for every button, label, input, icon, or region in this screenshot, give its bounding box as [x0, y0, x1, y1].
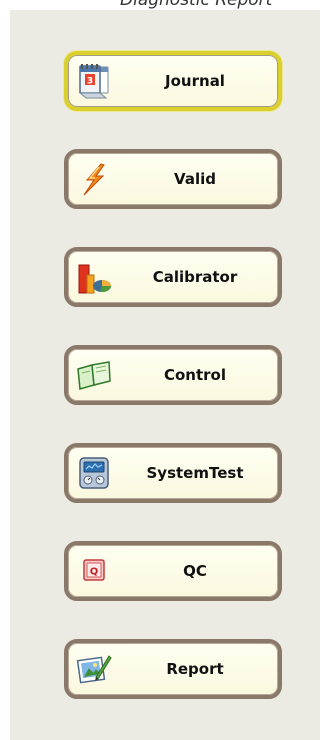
systemtest-button-label: SystemTest	[146, 464, 244, 482]
calibrator-button-label: Calibrator	[152, 268, 238, 286]
open-book-icon	[76, 357, 112, 393]
systemtest-button[interactable]: SystemTest	[64, 443, 282, 503]
report-button[interactable]: Report	[64, 639, 282, 699]
calibrator-button[interactable]: Calibrator	[64, 247, 282, 307]
window-title-text: Diagnostic Report	[120, 0, 273, 10]
picture-pen-icon	[76, 651, 112, 687]
valid-button-label: Valid	[174, 170, 216, 188]
qc-icon: Q	[76, 553, 112, 589]
control-button-label: Control	[163, 366, 226, 384]
calendar-day-number: 3	[87, 77, 93, 87]
report-button-label: Report	[166, 660, 224, 678]
qc-button[interactable]: Q QC	[64, 541, 282, 601]
qc-button-label: QC	[183, 562, 207, 580]
lightning-icon	[76, 161, 112, 197]
navigation-panel: 3 Journal Valid Calibrator Control Syste…	[10, 10, 320, 740]
journal-button[interactable]: 3 Journal	[64, 51, 282, 111]
qc-badge-letter: Q	[90, 567, 99, 578]
control-panel-icon	[76, 455, 112, 491]
window-title-strip: Diagnostic Report	[0, 0, 330, 10]
chart-icon	[76, 259, 112, 295]
valid-button[interactable]: Valid	[64, 149, 282, 209]
journal-button-label: Journal	[165, 72, 225, 90]
calendar-icon: 3	[76, 63, 112, 99]
control-button[interactable]: Control	[64, 345, 282, 405]
